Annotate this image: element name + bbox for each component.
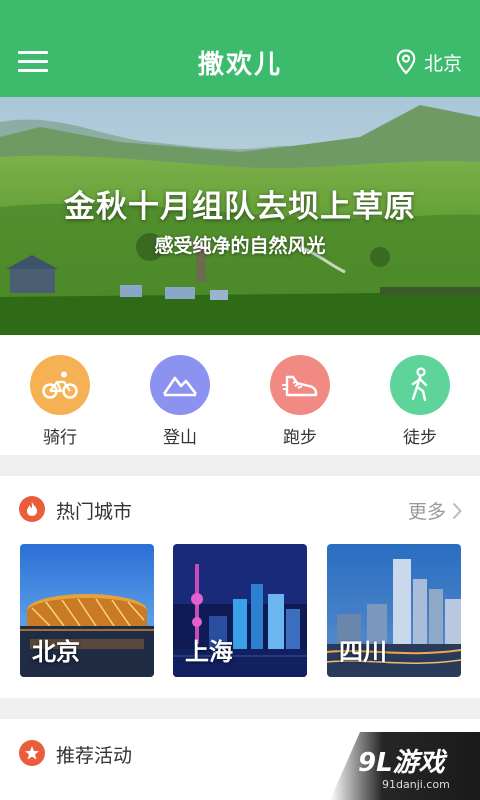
category-bar: 骑行 登山 跑步 徒步 [0,335,480,455]
app-header: 撒欢儿 北京 [0,0,480,97]
more-link[interactable]: 更多 [408,497,462,524]
city-card-shanghai[interactable]: 上海 [173,544,307,677]
section-header: 热门城市 更多 [0,476,480,540]
banner-subtitle: 感受纯净的自然风光 [154,235,326,257]
category-cycling[interactable]: 骑行 [0,355,120,448]
category-label: 徒步 [403,428,437,448]
city-name: 四川 [339,638,387,666]
chevron-right-icon [452,502,462,519]
location-selector[interactable]: 北京 [396,48,462,76]
mountain-icon [162,376,198,397]
fire-icon [19,496,45,522]
category-walking[interactable]: 徒步 [360,355,480,448]
hot-cities-section: 热门城市 更多 北京 上海 四川 [0,476,480,698]
walking-icon [411,367,428,402]
bicycle-icon [42,371,78,399]
banner-title: 金秋十月组队去坝上草原 [64,189,416,225]
location-label: 北京 [423,52,462,75]
city-name: 上海 [185,638,233,666]
category-icon-circle [390,355,450,415]
category-running[interactable]: 跑步 [240,355,360,448]
watermark-url: 91danji.com [382,778,450,791]
category-icon-circle [150,355,210,415]
app-screen: 撒欢儿 北京 金秋十月组队去坝上草原 感受纯净的自然风光 骑行 登山 跑步 徒步… [0,0,480,800]
promo-banner[interactable]: 金秋十月组队去坝上草原 感受纯净的自然风光 [0,97,480,335]
section-title: 推荐活动 [56,745,133,767]
running-shoe-icon [282,375,318,397]
site-watermark: 9L游戏 91danji.com [300,732,480,800]
location-pin-icon [396,49,416,75]
watermark-text: 9L游戏 [358,748,445,778]
category-label: 跑步 [283,428,317,448]
category-icon-circle [30,355,90,415]
category-label: 骑行 [43,428,77,448]
star-icon [19,740,45,766]
city-card-beijing[interactable]: 北京 [20,544,154,677]
category-icon-circle [270,355,330,415]
category-label: 登山 [163,428,197,448]
more-label: 更多 [407,501,446,523]
category-hiking[interactable]: 登山 [120,355,240,448]
city-card-sichuan[interactable]: 四川 [327,544,461,677]
section-title: 热门城市 [56,501,133,523]
city-name: 北京 [32,638,80,666]
